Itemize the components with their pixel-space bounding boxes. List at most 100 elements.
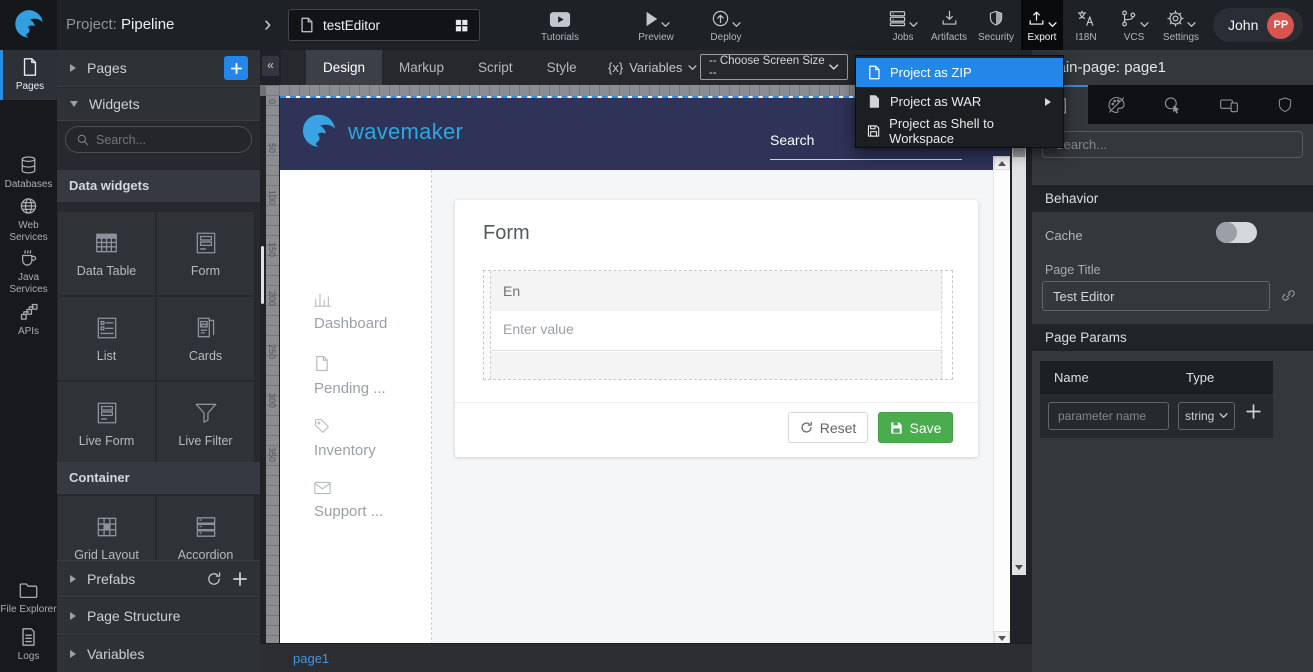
form-card[interactable]: Form En Res xyxy=(455,200,978,457)
save-button[interactable]: Save xyxy=(878,412,953,443)
rail-item-pages[interactable]: Pages xyxy=(0,50,57,100)
bind-link-icon[interactable] xyxy=(1280,287,1297,304)
i18n-translate-icon xyxy=(1076,9,1096,28)
left-icon-rail: Pages Databases Web Services Java Servic… xyxy=(0,50,57,672)
add-param-button[interactable] xyxy=(1245,403,1262,420)
add-prefab-icon[interactable] xyxy=(232,571,248,587)
chevron-down-icon[interactable] xyxy=(1187,22,1196,28)
chevron-down-icon[interactable] xyxy=(1048,22,1057,28)
widget-resize-line[interactable] xyxy=(941,271,942,379)
section-page-structure[interactable]: Page Structure xyxy=(57,598,260,635)
chevron-down-icon[interactable] xyxy=(1140,22,1149,28)
form-text-input[interactable] xyxy=(503,321,833,337)
tab-security[interactable] xyxy=(1257,85,1313,124)
tab-markup[interactable]: Markup xyxy=(382,50,461,85)
reset-button[interactable]: Reset xyxy=(788,412,868,443)
project-name[interactable]: Pipeline xyxy=(121,16,174,33)
add-page-button[interactable] xyxy=(224,56,248,80)
grid-icon[interactable] xyxy=(454,18,469,33)
widget-tile-data-table[interactable]: Data Table xyxy=(58,212,155,295)
page-scrollbar[interactable] xyxy=(993,156,1010,645)
canvas-scrollbar[interactable] xyxy=(1012,97,1026,575)
brand-text: wavemaker xyxy=(348,119,463,145)
rail-item-file-explorer[interactable]: File Explorer xyxy=(0,572,57,624)
settings-button[interactable]: Settings xyxy=(1156,0,1206,50)
tab-script[interactable]: Script xyxy=(461,50,530,85)
rail-item-logs[interactable]: Logs xyxy=(0,624,57,666)
wavemaker-logo[interactable] xyxy=(0,0,57,50)
param-name-input[interactable] xyxy=(1048,402,1169,430)
tab-events[interactable] xyxy=(1144,85,1200,124)
jobs-button[interactable]: Jobs xyxy=(880,0,926,50)
widget-tile-list[interactable]: List xyxy=(58,297,155,380)
widget-drag-handle[interactable] xyxy=(484,271,491,379)
rail-item-web-services[interactable]: Web Services xyxy=(0,196,57,244)
menu-item-project-as-war[interactable]: Project as WAR xyxy=(856,87,1063,116)
page-title-input[interactable] xyxy=(1042,281,1270,311)
cursor-zoom-icon xyxy=(1162,95,1183,115)
widget-search[interactable] xyxy=(65,126,252,153)
widget-tile-grid-layout[interactable]: Grid Layout xyxy=(58,496,155,560)
section-widgets[interactable]: Widgets xyxy=(57,88,260,121)
page-params-row: string xyxy=(1040,394,1273,438)
screen-size-select[interactable]: -- Choose Screen Size -- xyxy=(700,54,848,80)
rail-item-databases[interactable]: Databases xyxy=(0,152,57,194)
nav-item-inventory[interactable]: Inventory xyxy=(314,418,376,459)
widget-search-input[interactable] xyxy=(96,133,226,147)
nav-item-support[interactable]: Support ... xyxy=(314,481,383,520)
collapse-panel-button[interactable]: « xyxy=(262,56,279,76)
form-input-row[interactable] xyxy=(491,311,943,351)
i18n-button[interactable]: I18N xyxy=(1064,0,1108,50)
menu-item-project-as-shell[interactable]: Project as Shell to Workspace xyxy=(856,116,1063,145)
widget-tile-cards[interactable]: Cards xyxy=(157,297,254,380)
nav-item-dashboard[interactable]: Dashboard xyxy=(314,292,387,332)
form-field-widget[interactable]: En xyxy=(483,270,953,380)
widget-tile-live-form[interactable]: Live Form xyxy=(58,382,155,465)
section-prefabs[interactable]: Prefabs xyxy=(57,560,260,597)
vcs-button[interactable]: VCS xyxy=(1112,0,1156,50)
cache-toggle[interactable] xyxy=(1216,222,1257,243)
plus-icon xyxy=(230,62,243,75)
page-params-section-header[interactable]: Page Params xyxy=(1032,324,1313,351)
footer-page-tab[interactable]: page1 xyxy=(293,651,329,666)
design-page[interactable]: wavemaker Search Dashboard Pending ... I xyxy=(280,96,1010,643)
war-file-icon xyxy=(867,94,881,109)
section-variables[interactable]: Variables xyxy=(57,636,260,672)
chevron-down-icon[interactable] xyxy=(661,22,670,28)
scroll-up-icon[interactable] xyxy=(994,156,1010,170)
page-tab[interactable]: testEditor xyxy=(288,9,480,41)
variables-dropdown-button[interactable]: {x} Variables xyxy=(608,50,697,85)
artifacts-button[interactable]: Artifacts xyxy=(926,0,972,50)
preview-button[interactable]: Preview xyxy=(630,0,682,50)
properties-search[interactable] xyxy=(1042,131,1303,158)
menu-item-project-as-zip[interactable]: Project as ZIP xyxy=(856,58,1063,87)
tab-styles[interactable] xyxy=(1088,85,1144,124)
refresh-icon[interactable] xyxy=(206,571,222,587)
properties-panel: Main-page: page1 Behavior Cache Page xyxy=(1032,50,1313,672)
avatar[interactable]: PP xyxy=(1267,12,1294,39)
widget-tile-accordion[interactable]: Accordion xyxy=(157,496,254,560)
widget-tile-live-filter[interactable]: Live Filter xyxy=(157,382,254,465)
section-pages[interactable]: Pages xyxy=(57,50,260,87)
widget-tile-form[interactable]: Form xyxy=(157,212,254,295)
security-button[interactable]: Security xyxy=(972,0,1020,50)
param-type-select[interactable]: string xyxy=(1178,402,1235,430)
tutorials-button[interactable]: Tutorials xyxy=(534,0,586,50)
panel-scrollbar-thumb[interactable] xyxy=(261,246,264,304)
export-button[interactable]: Export xyxy=(1021,0,1063,50)
chevron-down-icon[interactable] xyxy=(909,22,918,28)
chevron-down-icon[interactable] xyxy=(732,22,741,28)
rail-item-apis[interactable]: APIs xyxy=(0,300,57,340)
canvas-scroll-down-icon[interactable] xyxy=(1012,560,1026,575)
tab-design[interactable]: Design xyxy=(306,50,382,85)
security-shield-icon xyxy=(987,9,1005,28)
form-field-label-bar[interactable]: En xyxy=(491,271,943,311)
tab-style[interactable]: Style xyxy=(530,50,594,85)
nav-item-pending[interactable]: Pending ... xyxy=(314,355,386,397)
properties-search-input[interactable] xyxy=(1043,132,1302,157)
rail-item-java-services[interactable]: Java Services xyxy=(0,248,57,296)
user-menu[interactable]: John PP xyxy=(1213,8,1303,42)
behavior-section-header[interactable]: Behavior xyxy=(1032,185,1313,212)
deploy-button[interactable]: Deploy xyxy=(700,0,752,50)
tab-devices[interactable] xyxy=(1201,85,1257,124)
